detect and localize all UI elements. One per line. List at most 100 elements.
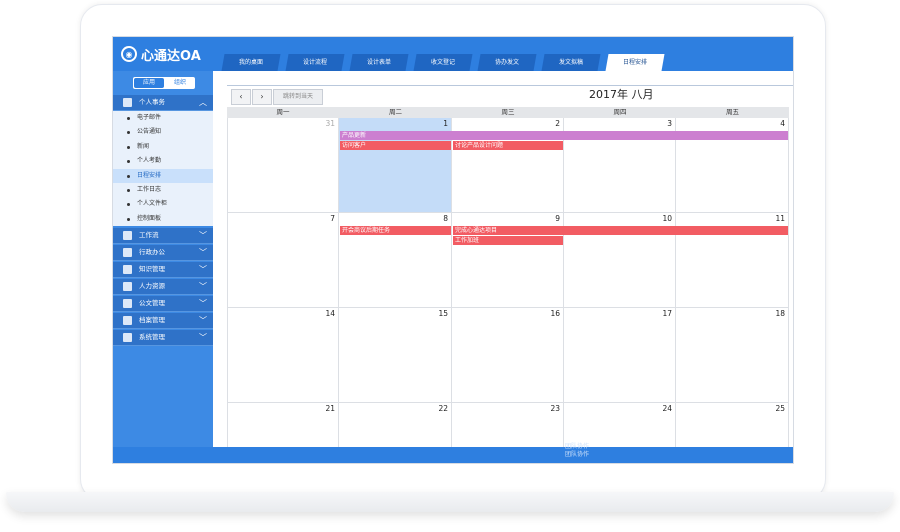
section-label: 档案管理 — [139, 316, 165, 325]
tab-label: 收文登记 — [430, 59, 455, 66]
sidebar-section-2[interactable]: 知识管理 ﹀ — [113, 262, 213, 279]
chevron-up-icon: ︿ — [199, 98, 207, 107]
chevron-down-icon: ﹀ — [199, 265, 207, 275]
calendar-panel: ‹ › 跳转到当天 2017年 八月 周一 周二 周三 周四 周五 31 1 2 3 4 7 8 9 10… — [213, 71, 793, 463]
day-number: 4 — [780, 119, 785, 128]
tab-label: 设计表单 — [366, 59, 391, 66]
day-number: 23 — [550, 404, 560, 413]
day-cell[interactable]: 7 — [227, 213, 339, 308]
tab-5[interactable]: 发文拟稿 — [541, 54, 601, 71]
chevron-down-icon: ﹀ — [199, 333, 207, 343]
top-tabs: 我的桌面 设计流程 设计表单 收文登记 协办发文 发文拟稿 日程安排 — [221, 54, 671, 71]
building-icon — [123, 299, 132, 309]
sidebar-section-personal[interactable]: 个人事务 ︿ — [113, 95, 213, 111]
day-number: 22 — [438, 404, 448, 413]
day-number: 24 — [662, 404, 672, 413]
calendar-title: 2017年 八月 — [589, 88, 654, 101]
tab-label: 设计流程 — [302, 59, 327, 66]
sidebar-item-3[interactable]: 个人考勤 — [113, 154, 213, 169]
day-number: 1 — [443, 119, 448, 128]
calendar-event[interactable]: 完成心通达项目 — [453, 226, 788, 235]
calendar-toolbar: ‹ › 跳转到当天 2017年 八月 — [227, 85, 793, 108]
sidebar-item-0[interactable]: 电子邮件 — [113, 111, 213, 126]
sidebar-item-4[interactable]: 日程安排 — [113, 168, 213, 183]
prev-month-button[interactable]: ‹ — [231, 89, 251, 105]
sidebar-section-3[interactable]: 人力资源 ﹀ — [113, 279, 213, 296]
chevron-down-icon: ﹀ — [199, 231, 207, 241]
day-number: 3 — [667, 119, 672, 128]
day-number: 25 — [775, 404, 785, 413]
day-cell[interactable]: 31 — [227, 118, 339, 213]
bullet-icon — [127, 189, 130, 192]
sidebar-item-6[interactable]: 个人文件柜 — [113, 197, 213, 212]
day-cell[interactable]: 16 — [452, 308, 564, 403]
sidebar-item-2[interactable]: 新闻 — [113, 139, 213, 155]
tab-2[interactable]: 设计表单 — [349, 54, 409, 71]
day-number: 2 — [555, 119, 560, 128]
section-label: 系统管理 — [139, 333, 165, 342]
today-button[interactable]: 跳转到当天 — [273, 89, 323, 105]
next-month-button[interactable]: › — [252, 89, 272, 105]
day-number: 21 — [325, 404, 335, 413]
sidebar-section-0[interactable]: 工作流 ﹀ — [113, 228, 213, 245]
chevron-down-icon: ﹀ — [199, 282, 207, 292]
tab-label: 日程安排 — [622, 59, 647, 66]
footer-line-2: 团队协作 — [565, 451, 590, 458]
tab-3[interactable]: 收文登记 — [413, 54, 473, 71]
calendar-event[interactable]: 讨论产品设计问题 — [453, 141, 563, 150]
calendar-event[interactable]: 访问客户 — [340, 141, 451, 150]
day-number: 8 — [443, 214, 448, 223]
sidebar-section-5[interactable]: 档案管理 ﹀ — [113, 313, 213, 330]
sidebar-item-label: 个人文件柜 — [137, 200, 168, 208]
tab-4[interactable]: 协办发文 — [477, 54, 537, 71]
tab-1[interactable]: 设计流程 — [285, 54, 345, 71]
book-icon — [123, 265, 132, 275]
sidebar-section-1[interactable]: 行政办公 ﹀ — [113, 245, 213, 262]
tab-label: 协办发文 — [494, 59, 519, 66]
footer-bar: 团队协作 团队协作 — [113, 443, 793, 463]
sidebar-section-6[interactable]: 系统管理 ﹀ — [113, 330, 213, 347]
app-logo[interactable]: ◉ 心通达OA — [121, 44, 201, 64]
day-number: 7 — [330, 214, 335, 223]
day-cell[interactable]: 15 — [339, 308, 452, 403]
laptop-base — [6, 492, 894, 512]
day-cell[interactable]: 18 — [676, 308, 789, 403]
day-number: 18 — [775, 309, 785, 318]
sidebar-item-7[interactable]: 控制面板 — [113, 211, 213, 227]
switch-org-button[interactable]: 组织 — [165, 77, 195, 89]
day-number: 15 — [438, 309, 448, 318]
footer-text: 团队协作 团队协作 — [565, 443, 589, 459]
weekday-header: 周一 — [227, 107, 340, 118]
day-number: 9 — [555, 214, 560, 223]
sidebar-item-label: 个人考勤 — [137, 157, 162, 165]
day-cell[interactable]: 17 — [564, 308, 676, 403]
tab-0[interactable]: 我的桌面 — [221, 54, 281, 71]
logo-icon: ◉ — [121, 46, 137, 62]
bullet-icon — [127, 131, 130, 135]
bullet-icon — [127, 174, 130, 178]
day-cell[interactable]: 14 — [227, 308, 339, 403]
calendar-event[interactable]: 工作加班 — [453, 236, 563, 245]
day-number: 11 — [775, 214, 785, 223]
sidebar-item-label: 公告通知 — [137, 128, 162, 136]
sidebar-item-1[interactable]: 公告通知 — [113, 125, 213, 140]
tab-label: 发文拟稿 — [558, 59, 583, 66]
day-number: 16 — [550, 309, 560, 318]
day-number: 31 — [325, 119, 335, 128]
tab-label: 我的桌面 — [238, 59, 263, 66]
user-icon — [123, 248, 132, 258]
bullet-icon — [127, 160, 130, 164]
calendar-event[interactable]: 开会商议后期任务 — [340, 226, 451, 235]
chevron-down-icon: ﹀ — [199, 316, 207, 326]
bullet-icon — [127, 217, 130, 221]
logo-text: 心通达OA — [141, 48, 201, 64]
sidebar-item-label: 新闻 — [137, 142, 150, 150]
person-icon — [123, 98, 132, 107]
chevron-down-icon: ﹀ — [199, 299, 207, 309]
sidebar-item-5[interactable]: 工作日志 — [113, 183, 213, 198]
calendar-event[interactable]: 产品更新 — [340, 131, 788, 140]
tab-6[interactable]: 日程安排 — [605, 54, 665, 71]
switch-apps-button[interactable]: 应用 — [134, 78, 164, 88]
section-label: 工作流 — [139, 231, 159, 240]
sidebar-section-4[interactable]: 公文管理 ﹀ — [113, 296, 213, 313]
